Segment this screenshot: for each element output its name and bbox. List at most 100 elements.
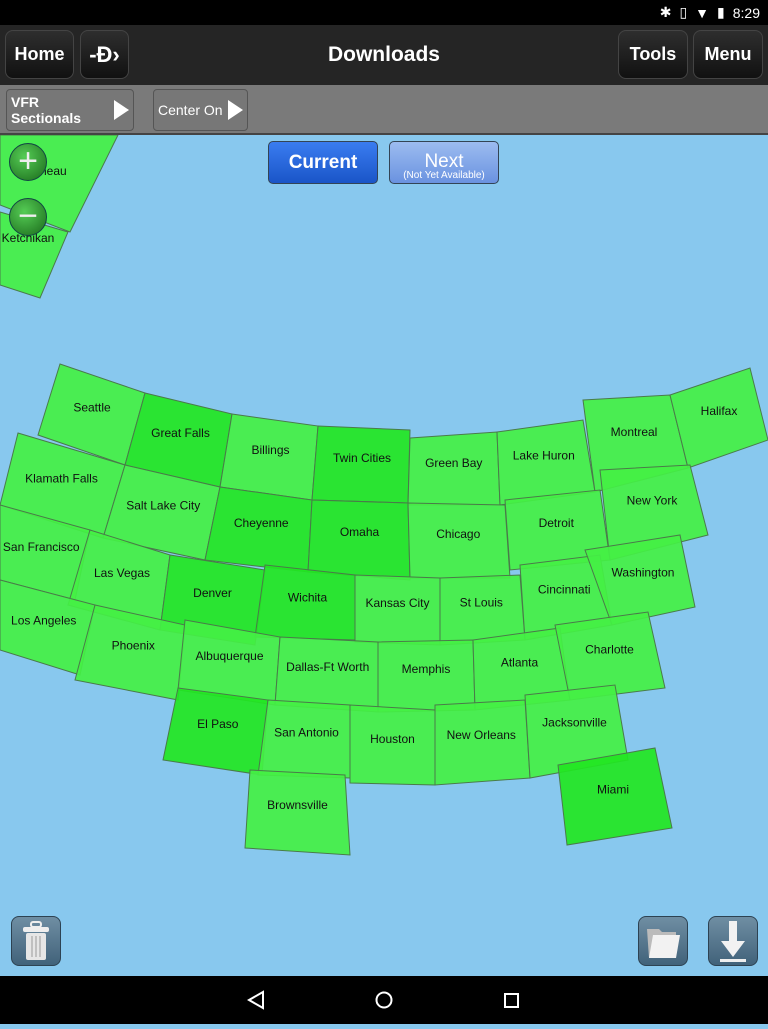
center-on-label: Center On xyxy=(158,102,223,118)
chart-tile-label: Las Vegas xyxy=(94,566,150,580)
chart-tile-label: Cincinnati xyxy=(538,582,591,596)
chart-tile-label: Charlotte xyxy=(585,642,634,656)
plus-icon: + xyxy=(18,142,38,180)
battery-icon: ▮ xyxy=(717,4,725,20)
chart-tile-new-orleans[interactable]: New Orleans xyxy=(434,699,531,786)
top-bar: Home -Đ› Downloads Tools Menu xyxy=(0,25,768,85)
folder-icon xyxy=(647,929,680,958)
status-bar: ✱ ▯ ▼ ▮ 8:29 xyxy=(0,0,768,25)
chart-tile-label: Billings xyxy=(251,443,289,457)
center-on-selector[interactable]: Center On xyxy=(153,89,248,131)
current-cycle-button[interactable]: Current xyxy=(268,141,378,184)
minus-icon: − xyxy=(18,197,38,235)
trash-icon xyxy=(23,921,49,960)
chart-tile-label: Halifax xyxy=(701,404,738,418)
chart-type-label: VFR Sectionals xyxy=(11,94,82,126)
chart-tile-el-paso[interactable]: El Paso xyxy=(162,687,269,776)
chart-tile-label: Miami xyxy=(597,783,629,797)
chart-tile-label: Denver xyxy=(193,586,232,600)
bluetooth-icon: ✱ xyxy=(659,4,672,20)
chart-tile-label: Washington xyxy=(612,565,675,579)
folder-button[interactable] xyxy=(638,916,688,966)
chart-type-selector[interactable]: VFR Sectionals xyxy=(6,89,134,131)
chart-tile-label: New York xyxy=(627,494,679,508)
chart-tile-label: Klamath Falls xyxy=(25,471,98,485)
play-arrow-icon xyxy=(114,100,129,120)
chart-tile-billings[interactable]: Billings xyxy=(219,413,319,501)
chart-tile-label: Chicago xyxy=(436,527,480,541)
chart-tile-halifax[interactable]: Halifax xyxy=(669,367,768,469)
chart-tile-label: Montreal xyxy=(611,425,658,439)
chart-tile-label: New Orleans xyxy=(447,728,516,742)
chart-tile-label: Lake Huron xyxy=(513,448,575,462)
chart-tile-label: San Antonio xyxy=(274,726,339,740)
next-label: Next xyxy=(424,151,464,172)
sub-toolbar: VFR Sectionals Center On xyxy=(0,85,768,135)
chart-tile-miami[interactable]: Miami xyxy=(557,747,673,846)
chart-tile-houston[interactable]: Houston xyxy=(349,704,436,786)
recents-icon[interactable] xyxy=(504,993,519,1008)
chart-tile-label: Detroit xyxy=(539,516,575,530)
chart-tile-cheyenne[interactable]: Cheyenne xyxy=(204,486,313,573)
next-cycle-button[interactable]: Next (Not Yet Available) xyxy=(389,141,499,184)
chart-tile-san-antonio[interactable]: San Antonio xyxy=(257,699,351,779)
next-note: (Not Yet Available) xyxy=(403,170,485,181)
chart-tile-shape[interactable] xyxy=(307,499,411,581)
menu-button[interactable]: Menu xyxy=(693,30,763,79)
chart-tile-shape[interactable] xyxy=(162,687,269,776)
chart-tile-wichita[interactable]: Wichita xyxy=(254,564,356,641)
chart-tile-memphis[interactable]: Memphis xyxy=(377,639,476,713)
chart-tile-label: Albuquerque xyxy=(195,649,263,663)
chart-tile-shape[interactable] xyxy=(669,367,768,469)
vibrate-icon: ▯ xyxy=(679,4,688,20)
chart-tile-label: Cheyenne xyxy=(234,516,289,530)
wifi-icon: ▼ xyxy=(695,4,710,21)
chart-tile-kansas-city[interactable]: Kansas City xyxy=(354,574,441,646)
chart-tile-label: Atlanta xyxy=(501,656,539,670)
chart-tile-label: Great Falls xyxy=(151,426,210,440)
chart-tile-label: Houston xyxy=(370,732,415,746)
chart-tile-label: Kansas City xyxy=(365,596,429,610)
chart-tile-dallas-ft-worth[interactable]: Dallas-Ft Worth xyxy=(274,636,379,713)
chart-tile-label: Memphis xyxy=(402,662,451,676)
chart-tile-shape[interactable] xyxy=(244,769,351,856)
chart-tile-shape[interactable] xyxy=(434,699,531,786)
download-button[interactable] xyxy=(708,916,758,966)
zoom-out-button[interactable]: − xyxy=(9,198,47,236)
zoom-in-button[interactable]: + xyxy=(9,143,47,181)
route-button[interactable]: -Đ› xyxy=(80,30,129,79)
chart-tile-label: Omaha xyxy=(340,525,380,539)
chart-tile-green-bay[interactable]: Green Bay xyxy=(407,431,501,506)
chart-tile-shape[interactable] xyxy=(219,413,319,501)
sectional-map[interactable]: JuneauKetchikanSeattleGreat FallsBilling… xyxy=(0,135,768,976)
chart-tile-label: Seattle xyxy=(73,400,111,414)
chart-tile-label: Brownsville xyxy=(267,798,328,812)
chart-tile-shape[interactable] xyxy=(274,636,379,713)
home-button[interactable]: Home xyxy=(5,30,74,79)
chart-tile-omaha[interactable]: Omaha xyxy=(307,499,411,581)
tools-button[interactable]: Tools xyxy=(618,30,688,79)
clock: 8:29 xyxy=(732,4,760,21)
chart-tile-label: St Louis xyxy=(460,596,503,610)
chart-tile-label: El Paso xyxy=(197,717,239,731)
chart-tile-label: Twin Cities xyxy=(333,451,391,465)
play-arrow-icon xyxy=(227,100,243,120)
chart-tile-shape[interactable] xyxy=(557,747,673,846)
chart-tile-label: Green Bay xyxy=(425,456,482,470)
chart-tile-label: Los Angeles xyxy=(11,614,76,628)
chart-tile-brownsville[interactable]: Brownsville xyxy=(244,769,351,856)
download-icon xyxy=(720,921,746,962)
chart-tile-chicago[interactable]: Chicago xyxy=(407,502,511,579)
chart-tile-label: Dallas-Ft Worth xyxy=(286,660,369,674)
chart-tile-label: Salt Lake City xyxy=(126,499,200,513)
delete-button[interactable] xyxy=(11,916,61,966)
chart-tile-shape[interactable] xyxy=(377,639,476,713)
chart-tile-label: San Francisco xyxy=(3,540,80,554)
android-nav-bar xyxy=(0,976,768,1024)
back-icon[interactable] xyxy=(246,990,264,1010)
route-arrow-icon: -Đ› xyxy=(89,41,120,67)
chart-tile-shape[interactable] xyxy=(354,574,441,646)
chart-tile-twin-cities[interactable]: Twin Cities xyxy=(311,425,411,504)
home-nav-icon[interactable] xyxy=(375,991,393,1009)
chart-tile-label: Wichita xyxy=(288,590,328,604)
